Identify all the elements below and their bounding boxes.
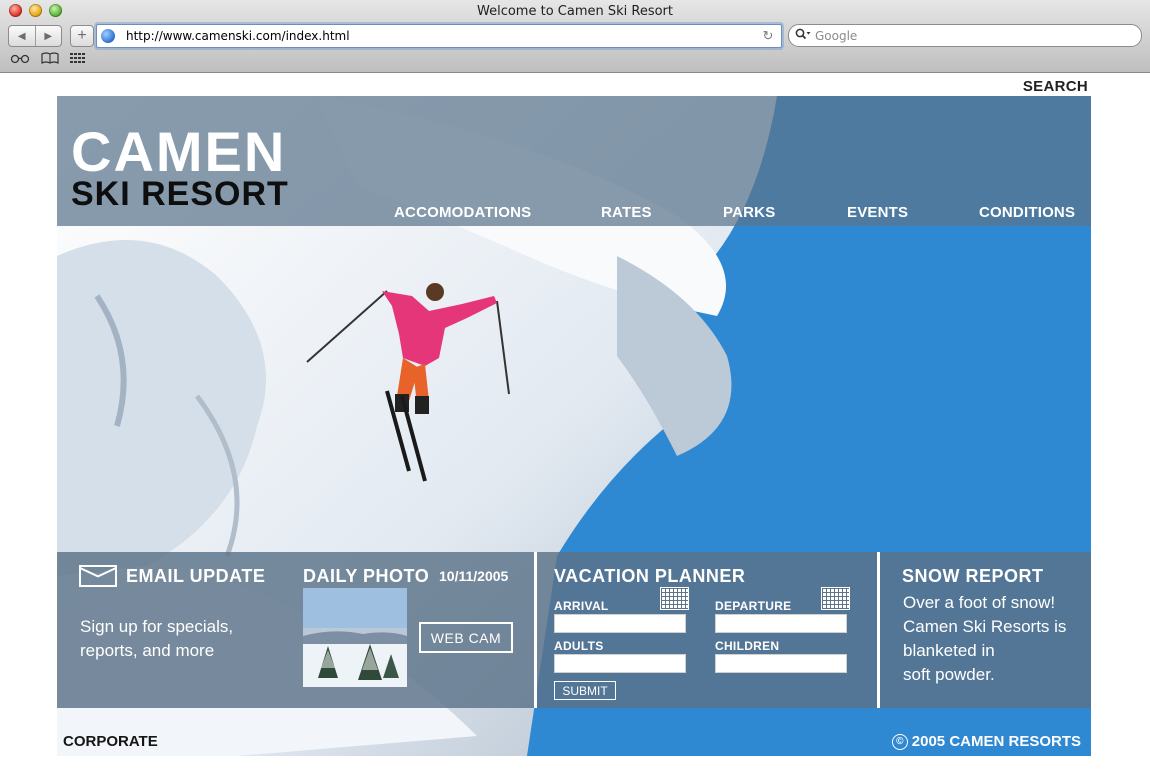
nav-conditions[interactable]: CONDITIONS xyxy=(979,204,1075,221)
nav-rates[interactable]: RATES xyxy=(601,204,652,221)
nav-accomodations[interactable]: ACCOMODATIONS xyxy=(394,204,531,221)
children-label: CHILDREN xyxy=(715,639,780,653)
departure-label: DEPARTURE xyxy=(715,599,792,613)
minimize-window-button[interactable] xyxy=(29,4,42,17)
vacation-planner-heading: VACATION PLANNER xyxy=(554,566,746,586)
magnifier-icon[interactable] xyxy=(795,28,813,43)
book-icon[interactable] xyxy=(41,52,59,67)
logo-camen[interactable]: CAMEN xyxy=(71,122,286,182)
search-bar xyxy=(788,24,1142,47)
back-arrow-icon[interactable]: ◀ xyxy=(9,26,35,46)
arrival-label: ARRIVAL xyxy=(554,599,609,613)
plus-icon[interactable]: + xyxy=(70,25,94,47)
snow-report-panel: SNOW REPORT Over a foot of snow! Camen S… xyxy=(880,552,1091,708)
search-link[interactable]: SEARCH xyxy=(1023,78,1088,95)
nav-events[interactable]: EVENTS xyxy=(847,204,908,221)
snow-report-line-1: Over a foot of snow! xyxy=(903,593,1056,612)
departure-calendar-icon[interactable] xyxy=(821,587,850,610)
nav-parks[interactable]: PARKS xyxy=(723,204,775,221)
snow-report-line-4: soft powder. xyxy=(903,665,995,684)
corporate-link[interactable]: CORPORATE xyxy=(63,733,158,750)
arrival-input[interactable] xyxy=(554,614,686,633)
back-forward-buttons: ◀ ▶ xyxy=(8,25,62,47)
email-update-text-2: reports, and more xyxy=(80,641,215,660)
copyright-notice: © 2005 CAMEN RESORTS xyxy=(891,733,1081,750)
snow-report-line-2: Camen Ski Resorts is xyxy=(903,617,1067,636)
email-photo-panel: EMAIL UPDATE Sign up for specials, repor… xyxy=(57,552,534,708)
web-cam-button[interactable]: WEB CAM xyxy=(419,622,513,653)
envelope-icon[interactable] xyxy=(79,565,117,587)
adults-label: ADULTS xyxy=(554,639,604,653)
arrival-calendar-icon[interactable] xyxy=(660,587,689,610)
vacation-planner-panel: VACATION PLANNER ARRIVAL DEPARTURE ADULT… xyxy=(537,552,877,708)
globe-icon xyxy=(101,29,115,43)
forward-arrow-icon[interactable]: ▶ xyxy=(34,26,62,46)
url-input[interactable] xyxy=(124,28,759,44)
logo-ski-resort[interactable]: SKI RESORT xyxy=(71,176,289,212)
departure-input[interactable] xyxy=(715,614,847,633)
email-update-heading[interactable]: EMAIL UPDATE xyxy=(126,566,265,587)
snow-report-line-3: blanketed in xyxy=(903,641,995,660)
glasses-icon[interactable] xyxy=(10,52,30,67)
web-search-input[interactable] xyxy=(813,27,1141,44)
browser-chrome: Welcome to Camen Ski Resort ◀ ▶ + ↻ xyxy=(0,0,1150,73)
copyright-icon: © xyxy=(891,733,908,750)
children-input[interactable] xyxy=(715,654,847,673)
close-window-button[interactable] xyxy=(9,4,22,17)
daily-photo-date: 10/11/2005 xyxy=(439,568,509,584)
address-bar: ↻ xyxy=(96,24,782,48)
snow-report-heading[interactable]: SNOW REPORT xyxy=(902,566,1044,587)
adults-input[interactable] xyxy=(554,654,686,673)
daily-photo-thumbnail[interactable] xyxy=(303,588,407,687)
reload-icon[interactable]: ↻ xyxy=(759,28,777,44)
hero-banner: CAMEN SKI RESORT ACCOMODATIONS RATES PAR… xyxy=(57,96,1091,756)
email-update-text-1: Sign up for specials, xyxy=(80,617,234,636)
submit-button[interactable]: SUBMIT xyxy=(554,681,616,700)
window-title: Welcome to Camen Ski Resort xyxy=(477,4,673,19)
copyright-text: 2005 CAMEN RESORTS xyxy=(911,733,1081,750)
daily-photo-heading: DAILY PHOTO xyxy=(303,566,430,586)
grid-icon[interactable] xyxy=(70,52,86,67)
zoom-window-button[interactable] xyxy=(49,4,62,17)
